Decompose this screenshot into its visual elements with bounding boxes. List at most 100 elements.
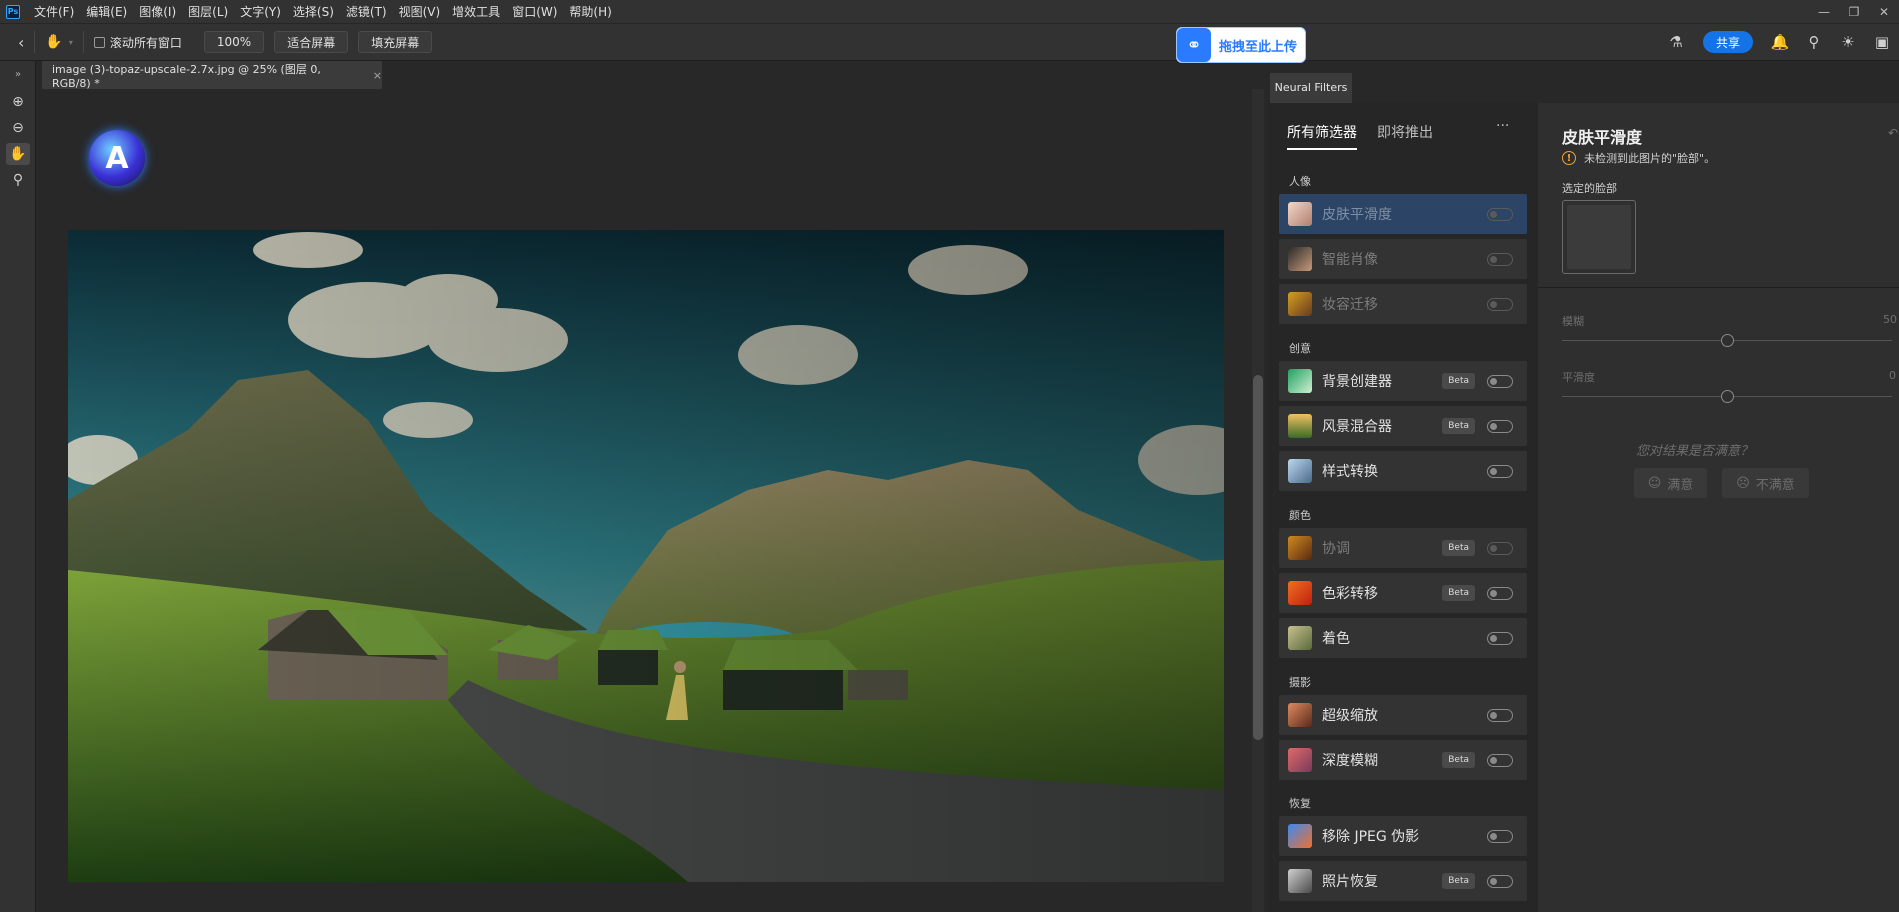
filter-row-depth-blur[interactable]: 深度模糊 Beta	[1279, 740, 1527, 780]
smoothness-slider-handle[interactable]	[1721, 390, 1734, 403]
filter-row-style-transfer[interactable]: 样式转换	[1279, 451, 1527, 491]
filter-row-colorize[interactable]: 着色	[1279, 618, 1527, 658]
filter-label: 深度模糊	[1322, 753, 1378, 769]
zoom-in-icon[interactable]: ⊕	[6, 91, 30, 113]
menu-layer[interactable]: 图层(L)	[182, 3, 234, 20]
scrollbar-thumb[interactable]	[1253, 375, 1263, 740]
filter-toggle[interactable]	[1487, 708, 1513, 722]
scroll-all-checkbox[interactable]	[93, 36, 105, 48]
blur-slider-value: 50	[1883, 313, 1897, 326]
category-restoration: 恢复	[1289, 797, 1311, 810]
filter-toggle[interactable]	[1487, 374, 1513, 388]
search-icon[interactable]: ⚲	[1797, 33, 1831, 51]
share-button[interactable]: 共享	[1703, 31, 1753, 53]
workspace-icon[interactable]: ▣	[1865, 33, 1899, 51]
filter-toggle[interactable]	[1487, 207, 1513, 221]
chevron-down-icon[interactable]: ▾	[69, 38, 73, 47]
no-face-warning: ! 未检测到此图片的"脸部"。	[1562, 150, 1715, 166]
menu-edit[interactable]: 编辑(E)	[80, 3, 133, 20]
filter-tabs: 所有筛选器 即将推出	[1287, 122, 1453, 150]
neural-filters-tab[interactable]: Neural Filters	[1270, 73, 1352, 103]
filter-row-harmonization[interactable]: 协调 Beta	[1279, 528, 1527, 568]
satisfied-button[interactable]: ☺ 满意	[1634, 468, 1707, 498]
tab-all-filters[interactable]: 所有筛选器	[1287, 122, 1357, 150]
menu-bar: Ps 文件(F) 编辑(E) 图像(I) 图层(L) 文字(Y) 选择(S) 滤…	[0, 0, 1899, 23]
back-arrow-icon[interactable]: ‹	[18, 33, 24, 52]
zoom-out-icon[interactable]: ⊖	[6, 117, 30, 139]
filter-toggle[interactable]	[1487, 297, 1513, 311]
close-tab-icon[interactable]: ×	[373, 69, 382, 82]
hand-tool-icon[interactable]: ✋	[6, 143, 30, 165]
divider	[34, 31, 36, 53]
minimize-button[interactable]: —	[1809, 0, 1839, 23]
category-portraits: 人像	[1289, 175, 1311, 188]
menu-select[interactable]: 选择(S)	[287, 3, 340, 20]
tab-coming-soon[interactable]: 即将推出	[1377, 122, 1433, 150]
document-image[interactable]	[68, 230, 1224, 882]
hand-tool-icon[interactable]: ✋	[45, 34, 62, 50]
menu-type[interactable]: 文字(Y)	[234, 3, 287, 20]
filter-label: 色彩转移	[1322, 586, 1378, 602]
menu-window[interactable]: 窗口(W)	[506, 3, 563, 20]
filter-row-makeup-transfer[interactable]: 妆容迁移	[1279, 284, 1527, 324]
filter-row-landscape-mixer[interactable]: 风景混合器 Beta	[1279, 406, 1527, 446]
options-bar: ‹ ✋ ▾ 滚动所有窗口 100% 适合屏幕 填充屏幕	[0, 23, 1899, 61]
filter-toggle[interactable]	[1487, 252, 1513, 266]
unsatisfied-button[interactable]: ☹ 不满意	[1722, 468, 1809, 498]
filter-label: 移除 JPEG 伪影	[1322, 829, 1420, 845]
landscape-photo	[68, 230, 1224, 882]
filter-label: 背景创建器	[1322, 374, 1392, 390]
menu-plugins[interactable]: 增效工具	[446, 3, 506, 20]
filter-toggle[interactable]	[1487, 586, 1513, 600]
color-transfer-icon	[1288, 581, 1312, 605]
reset-icon[interactable]: ↶	[1888, 126, 1898, 140]
more-options-icon[interactable]: ···	[1496, 118, 1509, 134]
filter-toggle[interactable]	[1487, 541, 1513, 555]
unsatisfied-label: 不满意	[1755, 477, 1795, 493]
beta-badge: Beta	[1442, 418, 1475, 434]
filter-label: 风景混合器	[1322, 419, 1392, 435]
lightbulb-icon[interactable]: ☀	[1831, 33, 1865, 51]
landscape-mixer-icon	[1288, 414, 1312, 438]
filter-detail-title: 皮肤平滑度	[1562, 128, 1643, 147]
flask-icon[interactable]: ⚗	[1659, 33, 1693, 51]
selected-faces-label: 选定的脸部	[1562, 182, 1617, 195]
filter-row-smart-portrait[interactable]: 智能肖像	[1279, 239, 1527, 279]
filter-row-super-zoom[interactable]: 超级缩放	[1279, 695, 1527, 735]
menu-file[interactable]: 文件(F)	[28, 3, 80, 20]
document-tab[interactable]: image (3)-topaz-upscale-2.7x.jpg @ 25% (…	[42, 61, 382, 90]
restore-button[interactable]: ❐	[1839, 0, 1869, 23]
bell-icon[interactable]: 🔔	[1763, 33, 1797, 51]
category-creative: 创意	[1289, 342, 1311, 355]
blur-slider-handle[interactable]	[1721, 334, 1734, 347]
filter-row-photo-restoration[interactable]: 照片恢复 Beta	[1279, 861, 1527, 901]
fill-screen-button[interactable]: 填充屏幕	[358, 31, 433, 53]
filter-toggle[interactable]	[1487, 419, 1513, 433]
expand-panel-icon[interactable]: »	[6, 63, 30, 85]
filter-toggle[interactable]	[1487, 631, 1513, 645]
menu-view[interactable]: 视图(V)	[393, 3, 447, 20]
beta-badge: Beta	[1442, 373, 1475, 389]
filter-row-skin-smoothing[interactable]: 皮肤平滑度	[1279, 194, 1527, 234]
upload-widget[interactable]: ⚭ 拖拽至此上传	[1176, 27, 1306, 63]
face-selector[interactable]	[1562, 200, 1636, 274]
menu-help[interactable]: 帮助(H)	[563, 3, 617, 20]
filter-toggle[interactable]	[1487, 464, 1513, 478]
zoom-tool-icon[interactable]: ⚲	[6, 169, 30, 191]
filter-row-jpeg-artifacts[interactable]: 移除 JPEG 伪影	[1279, 816, 1527, 856]
fit-screen-button[interactable]: 适合屏幕	[274, 31, 349, 53]
warning-text: 未检测到此图片的"脸部"。	[1584, 152, 1716, 165]
warning-icon: !	[1562, 151, 1576, 165]
filter-row-color-transfer[interactable]: 色彩转移 Beta	[1279, 573, 1527, 613]
filter-toggle[interactable]	[1487, 829, 1513, 843]
filter-label: 着色	[1322, 631, 1350, 647]
menu-image[interactable]: 图像(I)	[133, 3, 182, 20]
filter-row-background-creator[interactable]: 背景创建器 Beta	[1279, 361, 1527, 401]
filter-label: 协调	[1322, 541, 1350, 557]
harmonization-icon	[1288, 536, 1312, 560]
close-button[interactable]: ✕	[1869, 0, 1899, 23]
filter-toggle[interactable]	[1487, 874, 1513, 888]
filter-toggle[interactable]	[1487, 753, 1513, 767]
menu-filter[interactable]: 滤镜(T)	[340, 3, 393, 20]
zoom-100-button[interactable]: 100%	[203, 31, 265, 53]
